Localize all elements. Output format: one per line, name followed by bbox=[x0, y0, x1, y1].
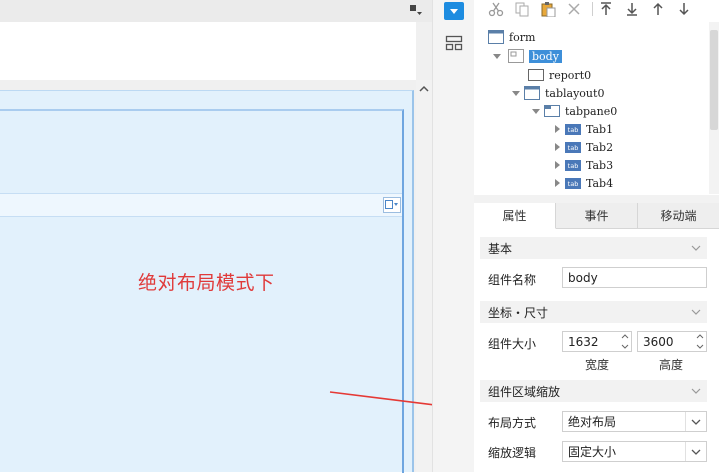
tab-icon: tab bbox=[565, 177, 581, 189]
tree-node-label: Tab4 bbox=[586, 176, 614, 190]
scale-logic-select[interactable]: 固定大小 bbox=[562, 441, 707, 462]
layout-panel-button[interactable] bbox=[445, 35, 463, 51]
svg-text:tab: tab bbox=[568, 162, 579, 170]
stepper-up-icon[interactable] bbox=[621, 334, 629, 339]
side-tool-strip bbox=[432, 0, 474, 472]
chevron-down-icon bbox=[691, 385, 701, 399]
section-basic[interactable]: 基本 bbox=[480, 237, 707, 259]
move-down-icon[interactable] bbox=[676, 1, 692, 17]
tree-node-label: Tab3 bbox=[586, 158, 614, 172]
section-zoom[interactable]: 组件区域缩放 bbox=[480, 380, 707, 402]
svg-text:tab: tab bbox=[568, 180, 579, 188]
property-tabs: 属性 事件 移动端 bbox=[474, 203, 719, 229]
layout-icon bbox=[445, 35, 463, 51]
width-sub-label: 宽度 bbox=[585, 358, 610, 372]
tree-node-label: Tab2 bbox=[586, 140, 614, 154]
tree-node-body[interactable]: body bbox=[492, 47, 562, 65]
expand-arrow-icon[interactable] bbox=[492, 51, 502, 61]
tree-node-label: Tab1 bbox=[586, 122, 614, 136]
section-coord-size[interactable]: 坐标・尺寸 bbox=[480, 301, 707, 323]
section-title: 坐标・尺寸 bbox=[488, 305, 549, 320]
cut-icon[interactable] bbox=[488, 1, 504, 17]
tree-node-tablayout0[interactable]: tablayout0 bbox=[511, 84, 604, 102]
chevron-down-icon bbox=[691, 306, 701, 320]
body-icon bbox=[508, 49, 524, 63]
move-bottom-icon[interactable] bbox=[624, 1, 640, 17]
width-stepper[interactable] bbox=[619, 332, 631, 351]
report-icon bbox=[528, 69, 544, 81]
tab-events[interactable]: 事件 bbox=[556, 203, 638, 229]
component-size-label: 组件大小 bbox=[488, 337, 537, 351]
tab-icon: tab bbox=[565, 159, 581, 171]
svg-text:tab: tab bbox=[568, 144, 579, 152]
component-name-label: 组件名称 bbox=[488, 273, 537, 287]
height-sub-label: 高度 bbox=[659, 358, 684, 372]
dropdown-icon bbox=[450, 9, 458, 14]
chevron-down-icon[interactable] bbox=[685, 442, 706, 461]
chevron-down-icon bbox=[691, 242, 701, 256]
layout-mode-value: 绝对布局 bbox=[568, 415, 617, 429]
tree-toolbar bbox=[474, 0, 719, 20]
tree-node-tab2[interactable]: tab Tab2 bbox=[552, 138, 613, 156]
expand-arrow-icon[interactable] bbox=[531, 106, 541, 116]
tab-icon: tab bbox=[565, 141, 581, 153]
tree-node-label: tablayout0 bbox=[545, 86, 605, 100]
tree-node-tab3[interactable]: tab Tab3 bbox=[552, 156, 613, 174]
scale-logic-label: 缩放逻辑 bbox=[488, 446, 537, 460]
paste-icon[interactable] bbox=[540, 1, 556, 17]
move-up-icon[interactable] bbox=[650, 1, 666, 17]
chevron-down-icon[interactable] bbox=[685, 412, 706, 431]
stepper-up-icon[interactable] bbox=[696, 334, 704, 339]
layout-mode-select[interactable]: 绝对布局 bbox=[562, 411, 707, 432]
collapsed-arrow-icon[interactable] bbox=[552, 178, 562, 188]
tree-scrollbar-thumb[interactable] bbox=[710, 30, 718, 130]
copy-icon[interactable] bbox=[514, 1, 530, 17]
tree-node-label: report0 bbox=[549, 68, 592, 82]
tab-attributes[interactable]: 属性 bbox=[474, 203, 556, 229]
tree-node-report0[interactable]: report0 bbox=[528, 66, 591, 84]
tree-node-tabpane0[interactable]: tabpane0 bbox=[531, 102, 617, 120]
section-title: 基本 bbox=[488, 241, 513, 256]
tree-node-label: tabpane0 bbox=[565, 104, 618, 118]
collapsed-arrow-icon[interactable] bbox=[552, 124, 562, 134]
tree-node-tab1[interactable]: tab Tab1 bbox=[552, 120, 613, 138]
layout-mode-label: 布局方式 bbox=[488, 416, 537, 430]
svg-text:tab: tab bbox=[568, 126, 579, 134]
tree-node-label: form bbox=[509, 30, 536, 44]
tablayout-icon bbox=[524, 86, 540, 100]
width-value: 1632 bbox=[568, 334, 599, 349]
expand-arrow-icon[interactable] bbox=[511, 88, 521, 98]
form-icon bbox=[488, 30, 504, 44]
component-tree-toggle-button[interactable] bbox=[444, 2, 464, 20]
height-input[interactable]: 3600 bbox=[637, 331, 707, 352]
tab-icon: tab bbox=[565, 123, 581, 135]
tabpane-icon bbox=[544, 105, 560, 117]
collapsed-arrow-icon[interactable] bbox=[552, 142, 562, 152]
stepper-down-icon[interactable] bbox=[696, 344, 704, 349]
height-value: 3600 bbox=[643, 334, 674, 349]
tree-node-form[interactable]: form bbox=[488, 28, 535, 46]
height-stepper[interactable] bbox=[694, 332, 706, 351]
scale-logic-value: 固定大小 bbox=[568, 445, 617, 459]
stepper-down-icon[interactable] bbox=[621, 344, 629, 349]
delete-icon[interactable] bbox=[566, 1, 582, 17]
panel-divider[interactable] bbox=[474, 195, 719, 203]
toolbar-divider bbox=[592, 2, 593, 16]
tab-mobile[interactable]: 移动端 bbox=[638, 203, 719, 229]
section-title: 组件区域缩放 bbox=[488, 384, 561, 399]
tree-node-tab4[interactable]: tab Tab4 bbox=[552, 174, 613, 192]
collapsed-arrow-icon[interactable] bbox=[552, 160, 562, 170]
component-name-input[interactable]: body bbox=[562, 267, 707, 288]
width-input[interactable]: 1632 bbox=[562, 331, 632, 352]
tree-node-label: body bbox=[529, 49, 562, 63]
move-top-icon[interactable] bbox=[598, 1, 614, 17]
